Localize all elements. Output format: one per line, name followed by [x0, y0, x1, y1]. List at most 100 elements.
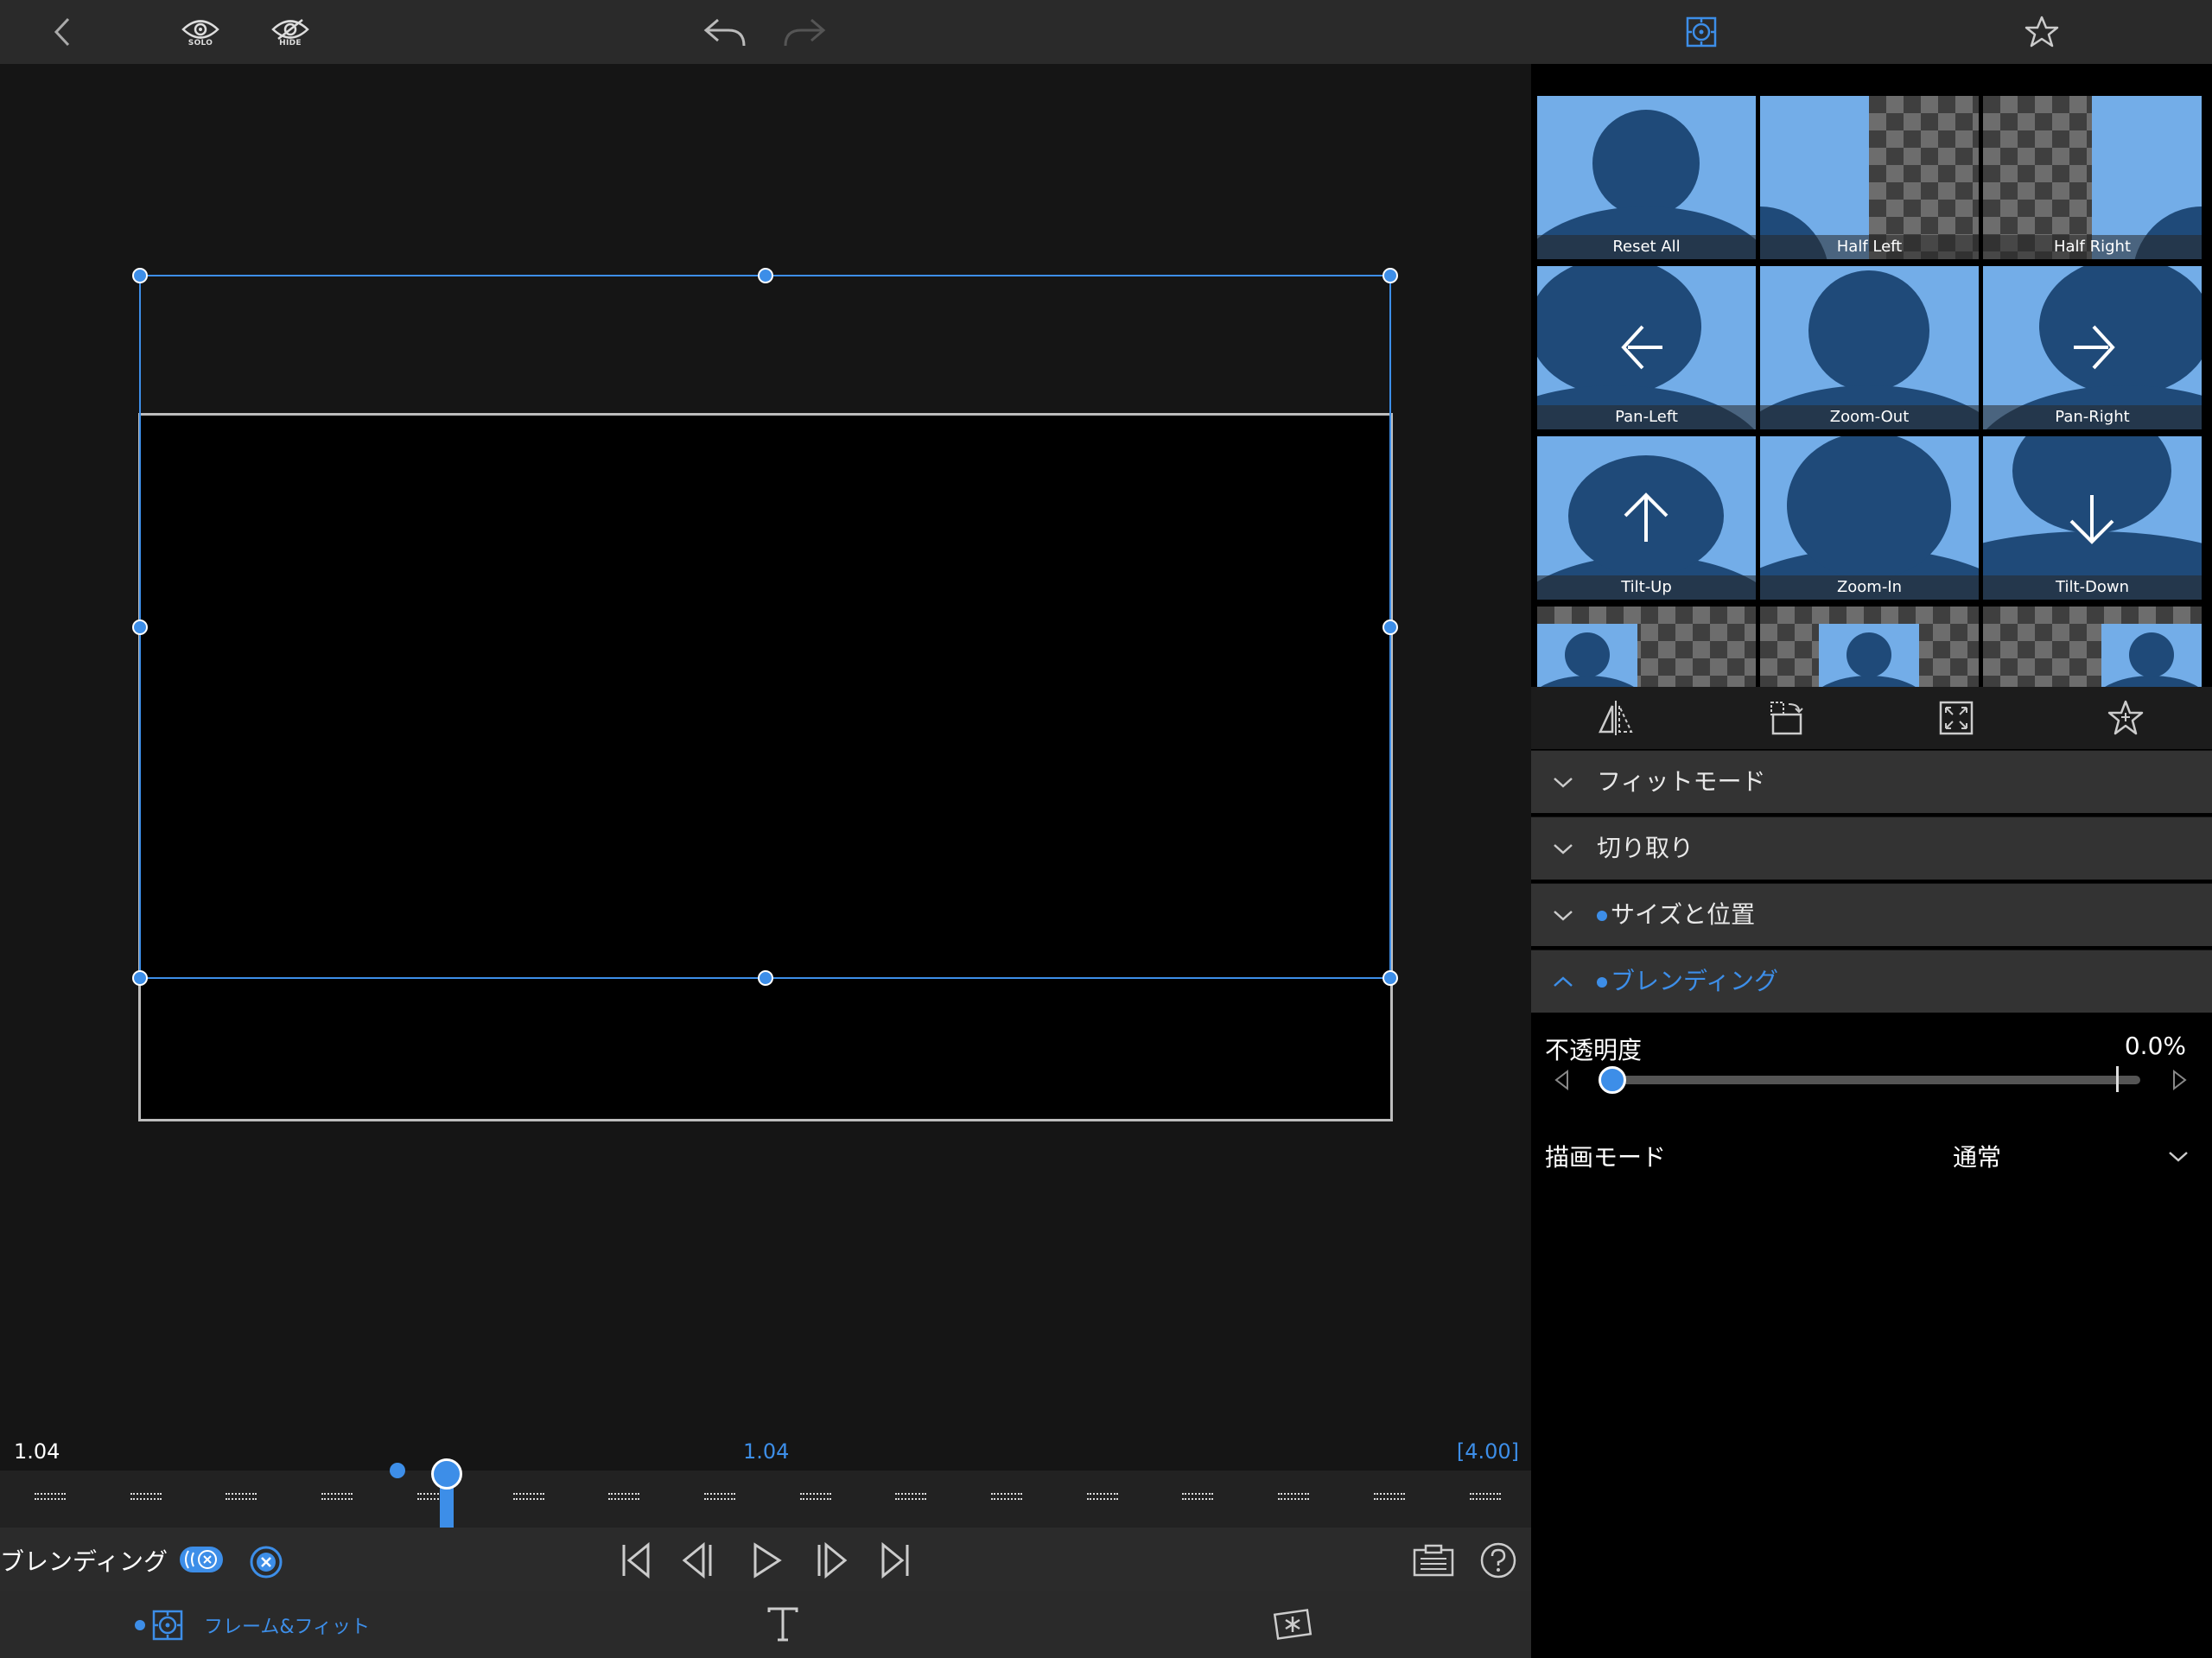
timeline-tick — [608, 1493, 640, 1500]
playhead-time: 1.04 — [743, 1439, 790, 1464]
timeline-tick — [321, 1493, 353, 1500]
frame-target-icon — [152, 1610, 183, 1640]
rotate-icon[interactable] — [1768, 699, 1806, 737]
resize-handle-top-left[interactable] — [132, 268, 148, 283]
timeline-track[interactable] — [0, 1471, 1531, 1528]
keyframe-marker[interactable] — [390, 1463, 405, 1478]
modified-dot — [1597, 911, 1607, 921]
timeline-tick — [1469, 1493, 1501, 1500]
increment-arrow-icon[interactable] — [2171, 1070, 2188, 1090]
opacity-value: 0.0% — [2124, 1032, 2186, 1060]
selection-box[interactable] — [0, 0, 1531, 1123]
slider-default-marker — [2116, 1066, 2119, 1092]
timeline-tick — [35, 1493, 66, 1500]
resize-handle-right[interactable] — [1382, 619, 1398, 635]
duration: [4.00] — [1456, 1439, 1519, 1464]
clipboard-icon[interactable] — [1412, 1543, 1455, 1578]
decrement-arrow-icon[interactable] — [1554, 1070, 1571, 1090]
timeline-tick — [991, 1493, 1022, 1500]
section-size-position[interactable]: サイズと位置 — [1531, 883, 2212, 946]
skip-start-icon[interactable] — [619, 1541, 653, 1579]
play-icon[interactable] — [750, 1541, 785, 1579]
preset-reset-all[interactable]: Reset All — [1537, 96, 1756, 259]
preset-zoom-out[interactable]: Zoom-Out — [1760, 266, 1979, 429]
resize-handle-top-right[interactable] — [1382, 268, 1398, 283]
section-fit-mode[interactable]: フィットモード — [1531, 750, 2212, 813]
timeline-tick — [226, 1493, 257, 1500]
resize-handle-left[interactable] — [132, 619, 148, 635]
section-title: 切り取り — [1597, 834, 1694, 862]
preset-pan-right[interactable]: Pan-Right — [1983, 266, 2202, 429]
text-icon[interactable] — [764, 1605, 802, 1643]
track-label: ブレンディング — [0, 1547, 168, 1576]
preset-label: Tilt-Up — [1537, 575, 1756, 600]
timeline-tick — [799, 1493, 831, 1500]
resize-handle-bottom[interactable] — [758, 970, 773, 986]
preset-tilt-up[interactable]: Tilt-Up — [1537, 436, 1756, 600]
section-blending[interactable]: ブレンディング — [1531, 950, 2212, 1013]
timeline-tick — [512, 1493, 544, 1500]
favorite-icon[interactable] — [2107, 699, 2145, 737]
chevron-down-icon — [1554, 844, 1573, 854]
fit-fill-icon[interactable] — [1937, 699, 1975, 737]
preset-small-center[interactable] — [1760, 607, 1979, 687]
preset-label: Half Left — [1760, 235, 1979, 259]
preset-half-left[interactable]: Half Left — [1760, 96, 1979, 259]
timeline-tick — [895, 1493, 927, 1500]
opacity-slider-knob[interactable] — [1599, 1066, 1626, 1094]
timeline-tick — [1086, 1493, 1118, 1500]
clear-keyframes-icon[interactable] — [249, 1545, 283, 1579]
chevron-down-icon — [1554, 911, 1573, 921]
preset-label: Pan-Right — [1983, 405, 2202, 429]
opacity-slider-track[interactable] — [1603, 1076, 2140, 1084]
resize-handle-bottom-left[interactable] — [132, 970, 148, 986]
step-back-icon[interactable] — [681, 1541, 715, 1579]
preset-label: Tilt-Down — [1983, 575, 2202, 600]
preset-label: Pan-Left — [1537, 405, 1756, 429]
timeline-tick — [1278, 1493, 1310, 1500]
section-title: サイズと位置 — [1611, 900, 1756, 929]
draw-mode-label: 描画モード — [1545, 1143, 1667, 1172]
section-title: フィットモード — [1597, 767, 1766, 796]
preset-zoom-in[interactable]: Zoom-In — [1760, 436, 1979, 600]
section-crop[interactable]: 切り取り — [1531, 816, 2212, 880]
opacity-label: 不透明度 — [1545, 1036, 1643, 1064]
resize-handle-top[interactable] — [758, 268, 773, 283]
preset-small-right[interactable] — [1983, 607, 2202, 687]
draw-mode-row[interactable]: 描画モード 通常 — [1531, 1123, 2212, 1185]
preset-label: Half Right — [1983, 235, 2202, 259]
tab-frame-fit[interactable]: フレーム&フィット — [135, 1591, 370, 1658]
preset-pan-left[interactable]: Pan-Left — [1537, 266, 1756, 429]
chevron-down-icon — [1554, 778, 1573, 788]
preset-half-right[interactable]: Half Right — [1983, 96, 2202, 259]
chevron-down-icon — [2169, 1152, 2188, 1162]
preset-tilt-down[interactable]: Tilt-Down — [1983, 436, 2202, 600]
effects-icon[interactable] — [1272, 1605, 1313, 1643]
step-forward-icon[interactable] — [814, 1541, 849, 1579]
playhead-knob[interactable] — [431, 1458, 462, 1490]
playback-controls: ブレンディング — [0, 1528, 1531, 1591]
current-time: 1.04 — [14, 1439, 60, 1464]
preset-small-left[interactable] — [1537, 607, 1756, 687]
skip-end-icon[interactable] — [878, 1541, 912, 1579]
timeline-tick — [1182, 1493, 1214, 1500]
timeline-tick — [703, 1493, 735, 1500]
draw-mode-value: 通常 — [1953, 1143, 2002, 1172]
resize-handle-bottom-right[interactable] — [1382, 970, 1398, 986]
preset-tools-row — [1531, 687, 2212, 749]
chevron-up-icon — [1554, 976, 1573, 987]
star-icon[interactable] — [2022, 12, 2062, 52]
preset-label: Zoom-In — [1760, 575, 1979, 600]
timeline-tick — [1373, 1493, 1405, 1500]
keyframe-toggle[interactable] — [180, 1547, 223, 1572]
preset-label: Zoom-Out — [1760, 405, 1979, 429]
bottom-tab-bar: フレーム&フィット — [0, 1591, 1531, 1658]
preset-grid: Reset All Half Left Half Right Pan-Left … — [1537, 96, 2202, 687]
flip-icon[interactable] — [1597, 699, 1635, 737]
tab-label: フレーム&フィット — [204, 1616, 371, 1638]
modified-dot — [1597, 977, 1607, 988]
active-dot — [135, 1619, 145, 1630]
time-row: 1.04 1.04 [4.00] — [0, 1434, 1531, 1471]
help-icon[interactable] — [1479, 1541, 1517, 1579]
frame-target-icon[interactable] — [1681, 12, 1721, 52]
